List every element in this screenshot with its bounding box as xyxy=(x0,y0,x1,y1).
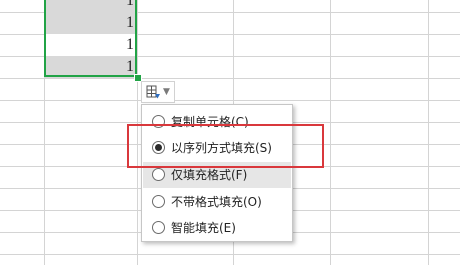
spreadsheet-canvas: 1 1 1 1 ▼ 复制单元格(C) 以序列方式填充(S) 仅填充格式(F) 不… xyxy=(0,0,460,265)
selection-range-border xyxy=(44,0,137,77)
chevron-down-icon: ▼ xyxy=(163,87,170,97)
radio-button[interactable] xyxy=(152,221,165,234)
menu-item-fill-without-formatting[interactable]: 不带格式填充(O) xyxy=(143,189,291,215)
radio-button[interactable] xyxy=(152,195,165,208)
radio-button[interactable] xyxy=(152,168,165,181)
annotation-highlight-box xyxy=(127,124,324,168)
grid-line xyxy=(428,0,429,265)
menu-item-label: 不带格式填充(O) xyxy=(171,195,262,209)
grid-line xyxy=(0,100,460,101)
autofill-options-icon xyxy=(146,85,161,104)
grid-line xyxy=(0,254,460,255)
autofill-options-button[interactable]: ▼ xyxy=(141,81,175,103)
grid-line xyxy=(0,78,460,79)
menu-item-label: 智能填充(E) xyxy=(171,221,236,235)
menu-item-flash-fill[interactable]: 智能填充(E) xyxy=(143,215,291,241)
grid-line xyxy=(330,0,331,265)
